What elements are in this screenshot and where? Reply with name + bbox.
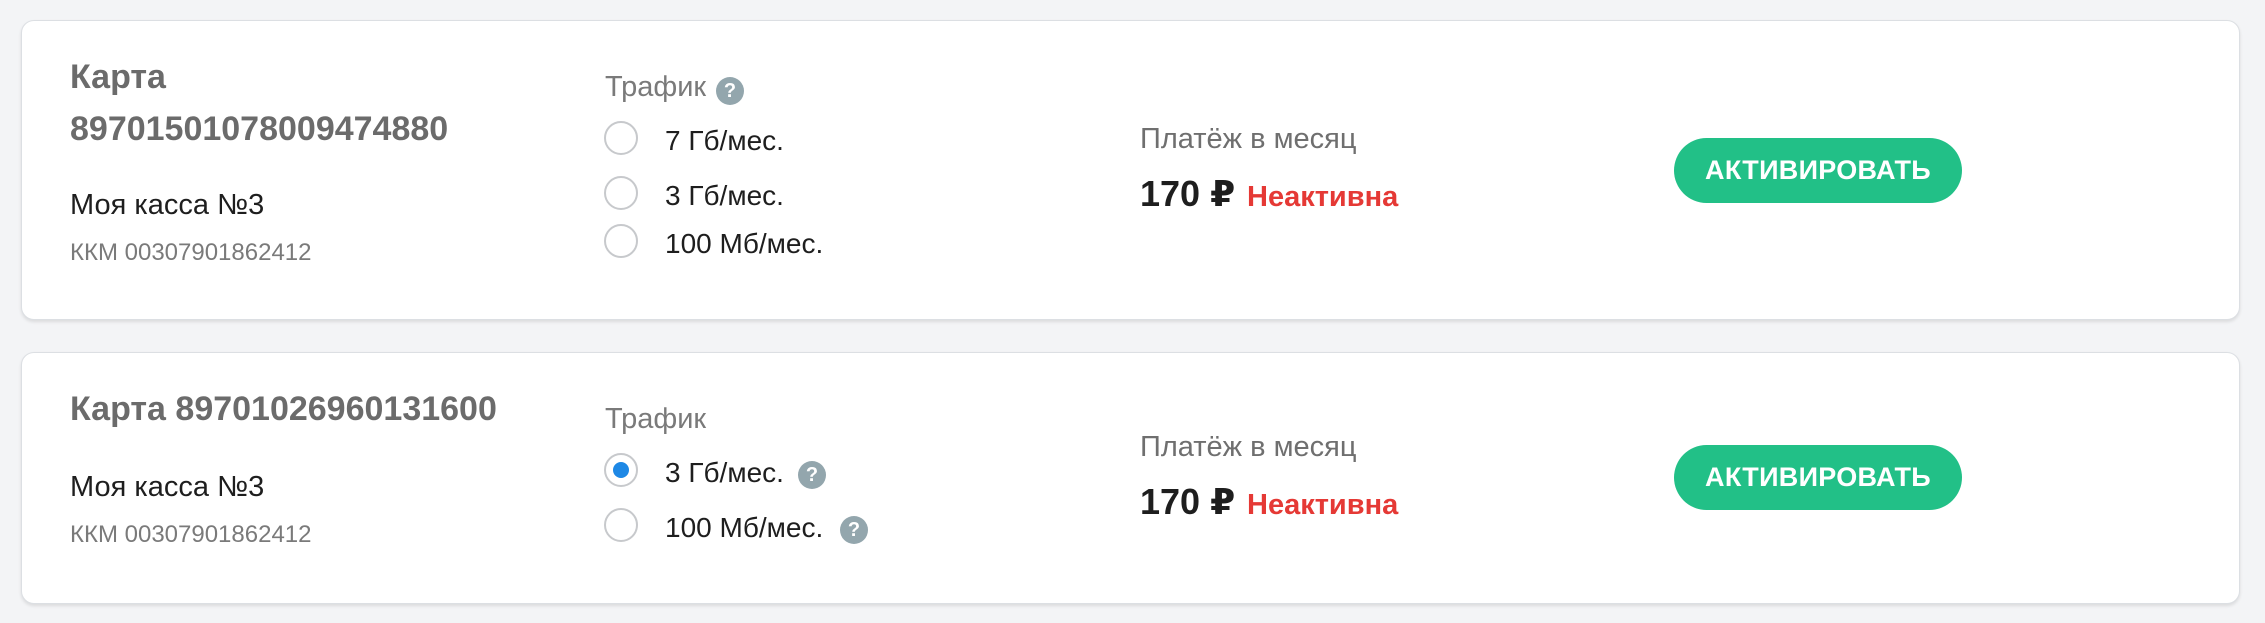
traffic-label: Трафик xyxy=(605,403,707,435)
help-icon[interactable]: ? xyxy=(840,516,868,544)
help-icon[interactable]: ? xyxy=(716,77,744,105)
traffic-label: Трафик xyxy=(605,71,707,103)
traffic-radio-100mb[interactable] xyxy=(604,508,638,542)
status-badge: Неактивна xyxy=(1247,181,1399,213)
traffic-option-label[interactable]: 100 Мб/мес. xyxy=(665,228,823,260)
card-title: Карта 89701501078009474880 xyxy=(70,51,448,155)
card-title-line1: Карта xyxy=(70,58,166,96)
traffic-option-label[interactable]: 100 Мб/мес. xyxy=(665,512,823,544)
status-badge: Неактивна xyxy=(1247,489,1399,521)
payment-label: Платёж в месяц xyxy=(1140,123,1357,155)
traffic-option-label[interactable]: 7 Гб/мес. xyxy=(665,125,784,157)
kkm-number: ККМ 00307901862412 xyxy=(70,239,312,266)
traffic-radio-7gb[interactable] xyxy=(604,121,638,155)
sim-card-panel: Карта 89701501078009474880 Моя касса №3 … xyxy=(21,20,2240,320)
sim-card-panel: Карта 89701026960131600 Моя касса №3 ККМ… xyxy=(21,352,2240,604)
kassa-name: Моя касса №3 xyxy=(70,471,265,503)
activate-button[interactable]: АКТИВИРОВАТЬ xyxy=(1674,445,1962,510)
traffic-radio-100mb[interactable] xyxy=(604,224,638,258)
traffic-option-label[interactable]: 3 Гб/мес. xyxy=(665,180,784,212)
monthly-price: 170 ₽ xyxy=(1140,173,1236,214)
traffic-radio-3gb[interactable] xyxy=(604,176,638,210)
card-title: Карта 89701026960131600 xyxy=(70,390,497,428)
traffic-option-label[interactable]: 3 Гб/мес. xyxy=(665,457,784,489)
kassa-name: Моя касса №3 xyxy=(70,189,265,221)
monthly-price: 170 ₽ xyxy=(1140,481,1236,522)
card-title-line2: 89701501078009474880 xyxy=(70,110,449,148)
help-icon[interactable]: ? xyxy=(798,461,826,489)
kkm-number: ККМ 00307901862412 xyxy=(70,521,312,548)
activate-button[interactable]: АКТИВИРОВАТЬ xyxy=(1674,138,1962,203)
traffic-radio-3gb[interactable] xyxy=(604,453,638,487)
payment-label: Платёж в месяц xyxy=(1140,431,1357,463)
